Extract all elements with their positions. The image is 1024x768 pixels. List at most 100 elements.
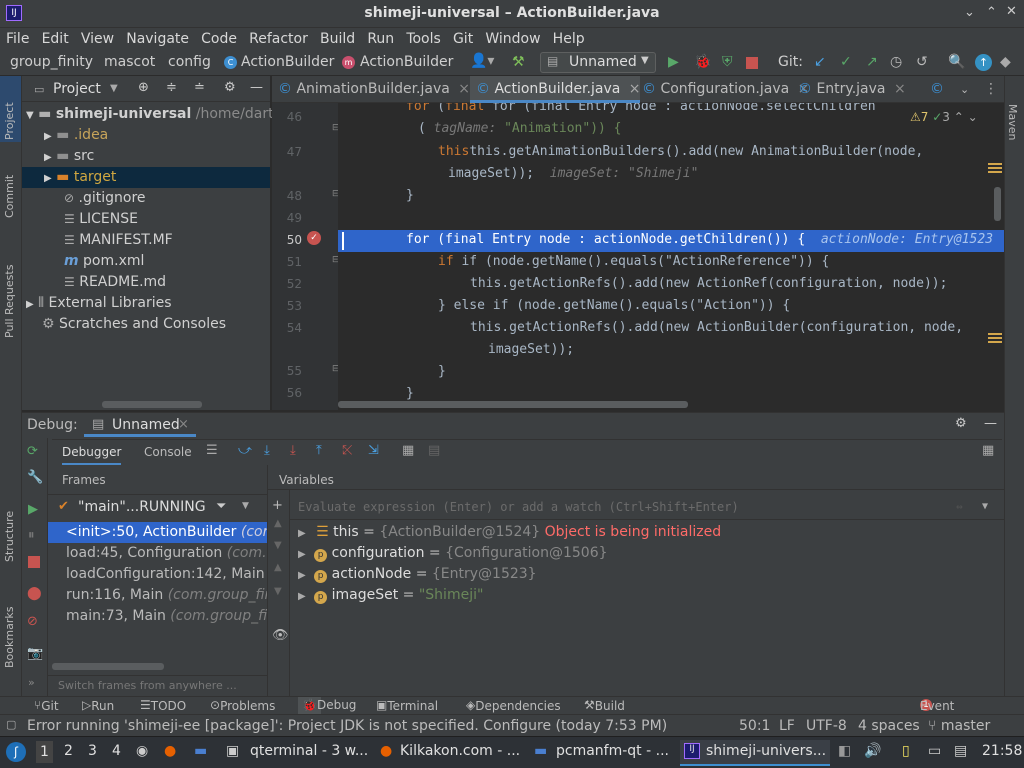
maximize-button[interactable]: ⌃ [986, 5, 997, 20]
tool-tab-structure[interactable]: Structure [3, 511, 16, 562]
tree-item-manifest[interactable]: ☰ MANIFEST.MF [64, 230, 173, 251]
menu-tools[interactable]: Tools [406, 28, 441, 50]
breadcrumb-item[interactable]: ActionBuilder [241, 54, 334, 70]
inspection-widget[interactable]: ⚠7 ✓3 ⌃ ⌄ [904, 110, 978, 124]
tree-item-readme[interactable]: ☰ README.md [64, 272, 166, 293]
taskbar-app-pcmanfm[interactable]: ▬ pcmanfm-qt - ... [530, 740, 674, 766]
tool-tab-debug[interactable]: 🐞 Debug [298, 697, 356, 714]
menu-code[interactable]: Code [201, 28, 237, 50]
clipboard-icon[interactable]: ▯ [902, 743, 910, 759]
gear-icon[interactable]: ⚙ [224, 80, 236, 95]
file-manager-icon[interactable]: ▬ [194, 743, 207, 759]
tab-animationbuilder[interactable]: © AnimationBuilder.java × [278, 76, 470, 103]
variable-row[interactable]: ▶ p actionNode = {Entry@1523} [298, 566, 537, 583]
chevron-down-icon[interactable]: ▼ [110, 83, 118, 94]
evaluate-expression-icon[interactable]: ▦ [402, 443, 414, 458]
tool-tab-project[interactable]: Project [3, 102, 16, 140]
chevron-down-icon[interactable]: ▼ [242, 501, 249, 511]
tab-configuration[interactable]: © Configuration.java × [642, 76, 809, 103]
up-icon[interactable]: ▲ [274, 562, 282, 573]
tool-tab-maven[interactable]: Maven [1006, 104, 1019, 140]
trace-icon[interactable]: ▤ [428, 443, 440, 458]
menu-view[interactable]: View [81, 28, 114, 50]
coverage-icon[interactable]: ⛨ [722, 54, 733, 70]
horizontal-scrollbar[interactable] [338, 401, 688, 408]
show-execution-point-icon[interactable]: ⤻ [238, 443, 252, 458]
tree-item-gitignore[interactable]: ⊘ .gitignore [64, 188, 146, 209]
rollback-icon[interactable]: ↺ [916, 54, 928, 70]
hide-icon[interactable]: — [250, 80, 263, 95]
chevron-down-icon[interactable]: ⌄ [968, 110, 978, 124]
tool-tab-commit[interactable]: Commit [3, 175, 16, 218]
user-icon[interactable]: 👤▾ [470, 53, 494, 69]
tree-item-src[interactable]: ▶ ▬ src [44, 146, 94, 167]
display-icon[interactable]: ▭ [928, 743, 941, 759]
down-icon[interactable]: ▼ [274, 586, 282, 597]
rerun-icon[interactable]: ⟳ [27, 444, 38, 459]
warning-marker[interactable] [988, 163, 1002, 165]
tree-item-pom[interactable]: m pom.xml [64, 251, 144, 272]
search-icon[interactable]: 🔍 [948, 54, 965, 70]
file-encoding[interactable]: UTF-8 [806, 718, 847, 734]
frame-item[interactable]: loadConfiguration:142, Main (c [66, 564, 267, 585]
step-over-icon[interactable]: ⤓ [264, 443, 270, 458]
git-push-icon[interactable]: ↗ [866, 54, 878, 70]
close-tab-icon[interactable]: × [458, 81, 470, 97]
stop-icon[interactable] [746, 57, 758, 69]
frame-item[interactable]: load:45, Configuration (com.gr [66, 543, 267, 564]
tab-console[interactable]: Console [144, 445, 192, 459]
breadcrumb-item[interactable]: mascot [104, 54, 155, 70]
tool-tab-dependencies[interactable]: ◈ Dependencies [466, 698, 561, 713]
status-toggle-icon[interactable]: ▢ [6, 718, 16, 731]
menu-build[interactable]: Build [320, 28, 355, 50]
frames-scrollbar[interactable] [52, 663, 164, 670]
move-up-icon[interactable]: ▲ [274, 518, 282, 529]
workspace-button[interactable]: 4 [112, 743, 121, 759]
breadcrumb-item[interactable]: config [168, 54, 211, 70]
menu-help[interactable]: Help [553, 28, 585, 50]
expand-all-icon[interactable]: ≑ [166, 80, 177, 95]
menu-run[interactable]: Run [367, 28, 394, 50]
drop-frame-icon[interactable]: ⤪ [342, 443, 352, 458]
frame-item[interactable]: run:116, Main (com.group_finit [66, 585, 267, 606]
git-branch[interactable]: ⑂ master [928, 718, 990, 734]
menu-refactor[interactable]: Refactor [249, 28, 308, 50]
start-menu-icon[interactable]: ʃ [6, 742, 26, 762]
clock[interactable]: 21:58 [982, 743, 1022, 759]
git-commit-icon[interactable]: ✓ [840, 54, 852, 70]
modify-config-icon[interactable]: 🔧 [27, 470, 43, 485]
variable-row[interactable]: ▶ p configuration = {Configuration@1506} [298, 545, 608, 562]
expand-field-icon[interactable]: ⇔ [956, 500, 963, 513]
web-browser-icon[interactable]: ◉ [136, 743, 148, 759]
evaluate-expression-field[interactable]: Evaluate expression (Enter) or add a wat… [290, 496, 1004, 520]
git-update-icon[interactable]: ↙ [814, 54, 826, 70]
taskbar-app-intellij[interactable]: IJ shimeji-univers... [680, 740, 830, 766]
force-step-into-icon[interactable]: ⤓ [290, 443, 296, 458]
more-icon[interactable]: » [28, 676, 35, 689]
menu-window[interactable]: Window [485, 28, 540, 50]
run-config-selector[interactable]: ▤ Unnamed ▼ [540, 52, 656, 73]
run-to-cursor-icon[interactable]: ⇲ [368, 443, 379, 458]
chevron-down-icon[interactable]: ⌄ [960, 76, 969, 103]
window-switcher-icon[interactable]: ◧ [838, 743, 851, 759]
camera-icon[interactable]: 📷 [27, 646, 43, 661]
firefox-icon[interactable]: ● [164, 743, 176, 759]
caret-position[interactable]: 50:1 [739, 718, 770, 734]
move-down-icon[interactable]: ▼ [274, 540, 282, 551]
chevron-down-icon[interactable]: ▼ [982, 501, 988, 512]
workspace-button[interactable]: 3 [88, 743, 97, 759]
tool-tab-build[interactable]: ⚒ Build [584, 698, 625, 713]
thread-selector[interactable]: ✔ "main"...RUNNING ⏷ ▼ [48, 494, 267, 518]
tree-item-idea[interactable]: ▶ ▬ .idea [44, 125, 108, 146]
tab-debugger[interactable]: Debugger [62, 445, 122, 466]
tab-entry[interactable]: © Entry.java × [798, 76, 906, 103]
debug-session-tab[interactable]: ▤ Unnamed × [84, 413, 196, 437]
eye-icon[interactable]: 👁 [272, 628, 289, 643]
volume-icon[interactable]: 🔊 [864, 743, 881, 759]
status-message[interactable]: Error running 'shimeji-ee [package]': Pr… [27, 718, 687, 734]
history-icon[interactable]: ◷ [890, 54, 902, 70]
warning-marker[interactable] [988, 333, 1002, 335]
tree-item-license[interactable]: ☰ LICENSE [64, 209, 138, 230]
mute-breakpoints-icon[interactable]: ⊘ [27, 614, 38, 629]
more-options-icon[interactable]: ⋮ [984, 76, 998, 103]
